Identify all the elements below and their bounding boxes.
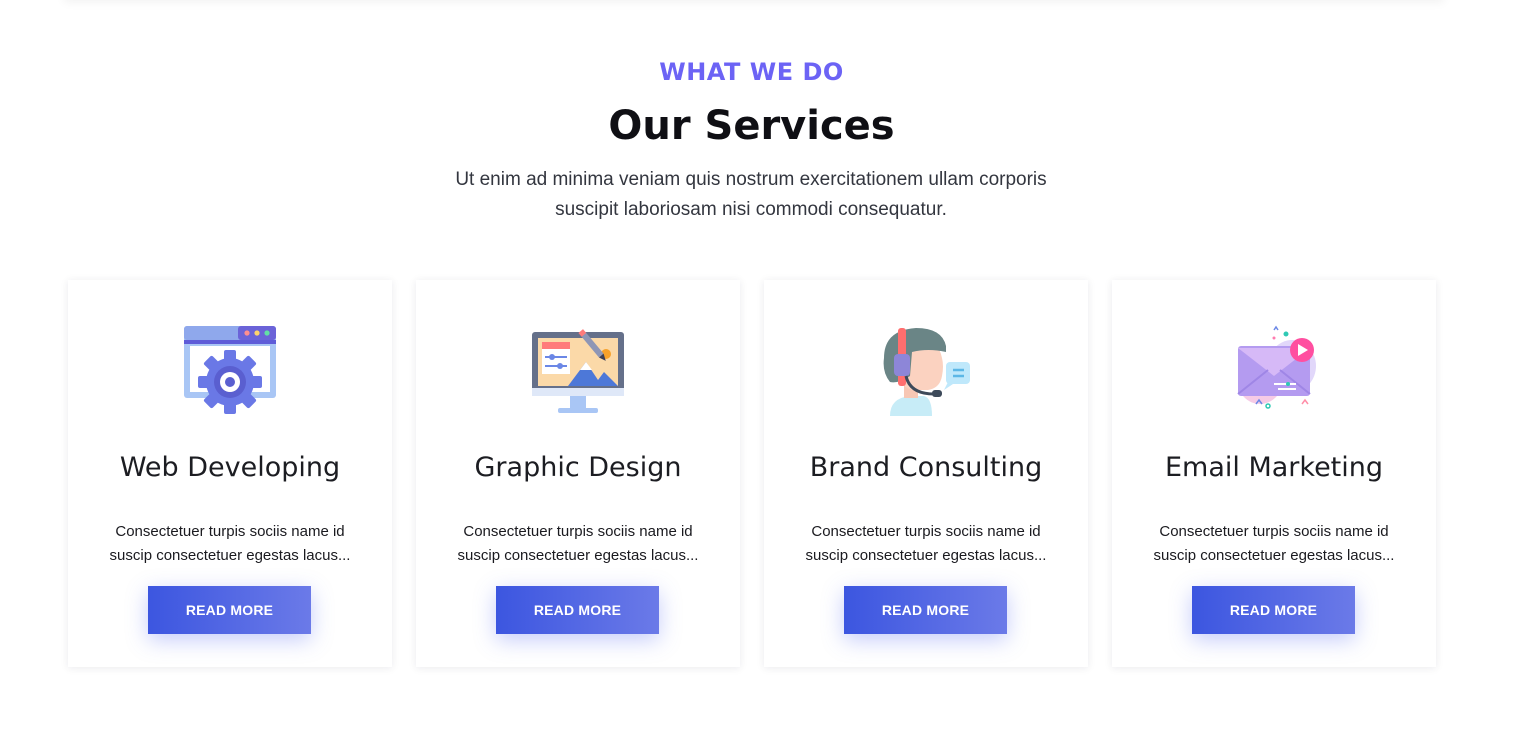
- service-title: Web Developing: [119, 452, 341, 483]
- read-more-button[interactable]: READ MORE: [844, 586, 1007, 634]
- email-marketing-icon: [1224, 324, 1324, 420]
- brand-consulting-icon: [876, 324, 976, 420]
- section-title: Our Services: [608, 103, 895, 149]
- service-title: Graphic Design: [474, 452, 682, 483]
- section-intro: Ut enim ad minima veniam quis nostrum ex…: [455, 169, 1047, 220]
- service-card-email-marketing: Email Marketing Consectetuer turpis soci…: [1112, 280, 1436, 667]
- service-title: Brand Consulting: [809, 452, 1043, 483]
- service-card-graphic-design: Graphic Design Consectetuer turpis socii…: [416, 280, 740, 667]
- graphic-design-icon: [528, 324, 628, 420]
- read-more-button[interactable]: READ MORE: [1192, 586, 1355, 634]
- service-card-brand-consulting: Brand Consulting Consectetuer turpis soc…: [764, 280, 1088, 667]
- service-description: Consectetuer turpis sociis name id susci…: [805, 523, 1047, 564]
- section-kicker: WHAT WE DO: [659, 58, 844, 86]
- web-developing-icon: [180, 324, 280, 420]
- service-title: Email Marketing: [1164, 452, 1384, 483]
- services-grid: Web Developing Consectetuer turpis socii…: [68, 280, 1436, 667]
- service-card-web-developing: Web Developing Consectetuer turpis socii…: [68, 280, 392, 667]
- services-page: WHAT WE DO Our Services Ut enim ad minim…: [0, 0, 1528, 732]
- read-more-button[interactable]: READ MORE: [496, 586, 659, 634]
- service-description: Consectetuer turpis sociis name id susci…: [457, 523, 699, 564]
- read-more-button[interactable]: READ MORE: [148, 586, 311, 634]
- service-description: Consectetuer turpis sociis name id susci…: [1153, 523, 1395, 564]
- service-description: Consectetuer turpis sociis name id susci…: [109, 523, 351, 564]
